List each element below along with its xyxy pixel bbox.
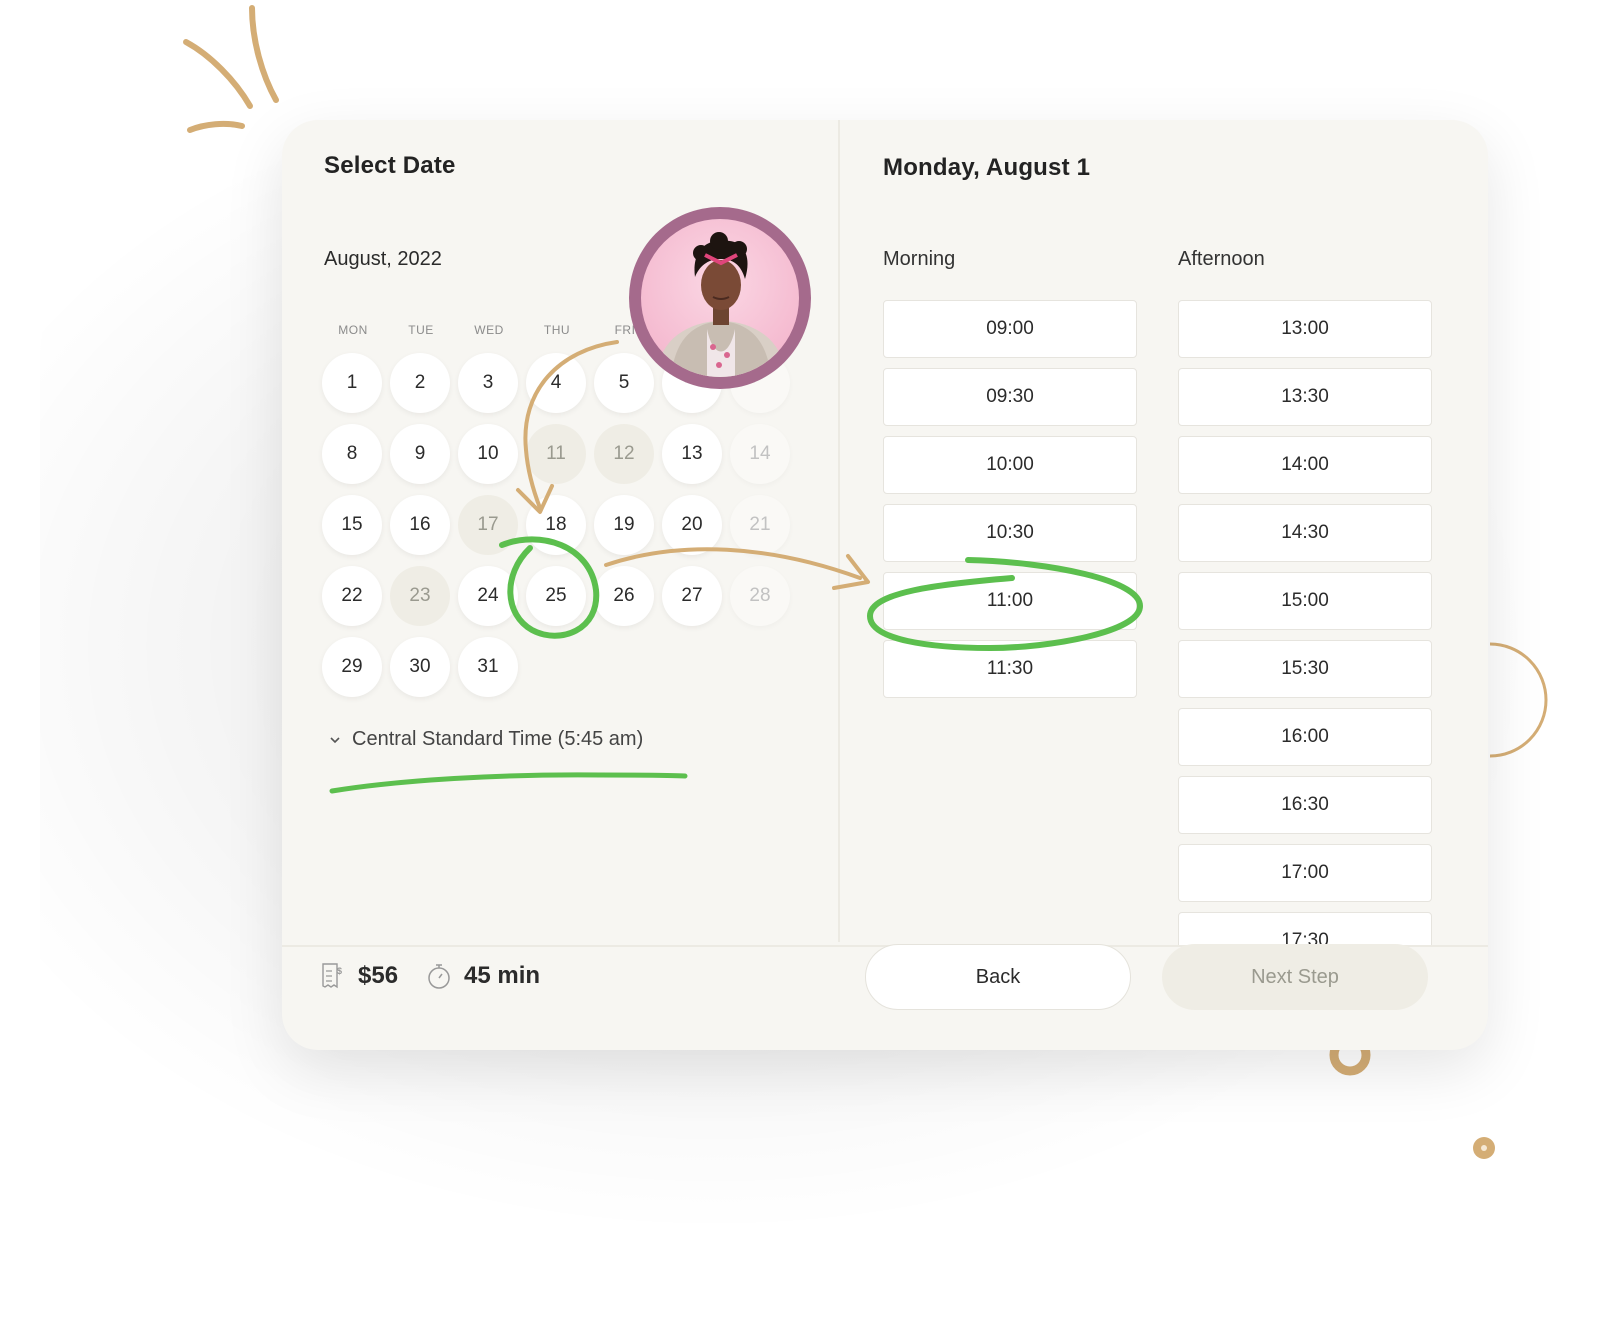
green-underline-timezone — [329, 772, 688, 794]
annotation-layer — [329, 340, 1144, 794]
arrow-to-day-18 — [523, 340, 619, 510]
green-circle-day-25 — [499, 536, 600, 639]
green-ellipse-slot-1100 — [866, 557, 1144, 652]
arrow-to-slot-1100 — [604, 547, 862, 580]
